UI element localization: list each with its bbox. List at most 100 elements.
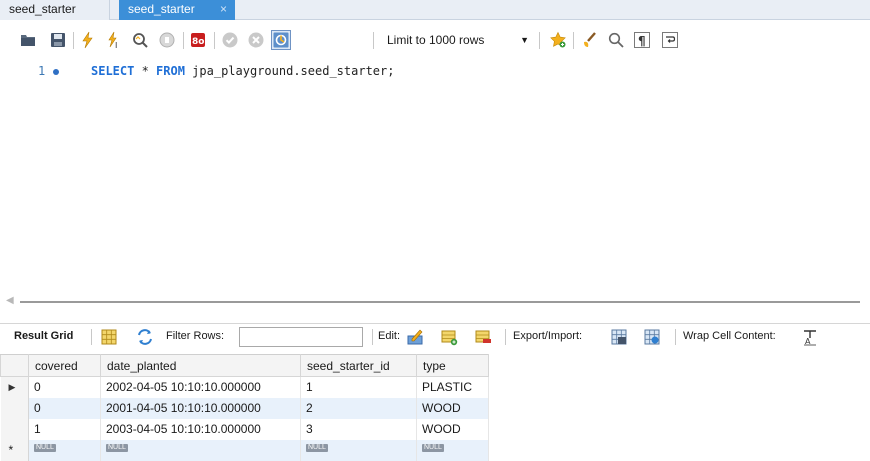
editor-tab-strip: seed_starter seed_starter ×: [0, 0, 870, 20]
cell-covered[interactable]: 0: [28, 397, 101, 419]
editor-horizontal-scrollbar[interactable]: ◀: [0, 291, 870, 313]
sql-keyword-select: SELECT: [91, 64, 135, 78]
cell-date-planted[interactable]: 2002-04-05 10:10:10.000000: [100, 376, 301, 398]
result-grid-button[interactable]: Result Grid: [14, 330, 73, 342]
grid-layout-icon[interactable]: [100, 328, 118, 346]
result-grid[interactable]: covered date_planted seed_starter_id typ…: [0, 354, 500, 461]
toolbar-separator: [372, 329, 373, 345]
beautify-brush-icon[interactable]: [580, 30, 600, 50]
toolbar-separator: [73, 32, 74, 49]
svg-text:8o: 8o: [192, 37, 204, 47]
null-badge: NULL: [106, 444, 128, 452]
cell-covered-null[interactable]: NULL: [28, 439, 101, 461]
filter-refresh-icon[interactable]: [136, 328, 154, 346]
rollback-icon[interactable]: [246, 30, 266, 50]
execute-lightning-icon[interactable]: [78, 30, 98, 50]
save-icon[interactable]: [48, 30, 68, 50]
delete-row-icon[interactable]: [474, 328, 492, 346]
invisible-chars-icon[interactable]: ¶: [632, 30, 652, 50]
query-toolbar: I 8o Limit to 1000 rows ▼ ¶: [0, 27, 870, 55]
edit-label: Edit:: [378, 330, 401, 342]
word-wrap-icon[interactable]: [660, 30, 680, 50]
new-row-marker: *: [0, 439, 29, 461]
execute-statement-icon[interactable]: I: [104, 30, 124, 50]
tab-seed-starter-1[interactable]: seed_starter: [0, 0, 110, 20]
column-header-type[interactable]: type: [416, 354, 489, 377]
cell-type-null[interactable]: NULL: [416, 439, 489, 461]
cell-covered[interactable]: 0: [28, 376, 101, 398]
close-tab-icon[interactable]: ×: [220, 0, 227, 19]
svg-text:I: I: [115, 41, 117, 49]
find-magnifier-icon[interactable]: [606, 30, 626, 50]
result-table: covered date_planted seed_starter_id typ…: [0, 354, 489, 461]
tab-seed-starter-2[interactable]: seed_starter ×: [119, 0, 235, 20]
autocommit-icon[interactable]: [271, 30, 291, 50]
column-header-seed-starter-id[interactable]: seed_starter_id: [300, 354, 417, 377]
toolbar-separator: [675, 329, 676, 345]
cell-seed-starter-id[interactable]: 1: [300, 376, 417, 398]
sql-keyword-from: FROM: [156, 64, 185, 78]
row-marker: [0, 418, 29, 440]
column-header-covered[interactable]: covered: [28, 354, 101, 377]
scrollbar-track[interactable]: [20, 301, 860, 303]
sql-editor[interactable]: 1 SELECT * FROM jpa_playground.seed_star…: [0, 56, 870, 288]
cell-date-planted[interactable]: 2001-04-05 10:10:10.000000: [100, 397, 301, 419]
toolbar-separator: [91, 329, 92, 345]
chevron-down-icon: ▼: [520, 35, 529, 45]
toolbar-separator: [505, 329, 506, 345]
cell-date-planted[interactable]: 2003-04-05 10:10:10.000000: [100, 418, 301, 440]
toolbar-separator: [373, 32, 374, 49]
tab-label: seed_starter: [9, 2, 76, 16]
sql-star: *: [134, 64, 157, 78]
table-row[interactable]: 0 2001-04-05 10:10:10.000000 2 WOOD: [0, 397, 489, 419]
statement-marker-icon: [53, 69, 59, 75]
import-icon[interactable]: [643, 328, 661, 346]
row-marker: [0, 397, 29, 419]
cell-type[interactable]: WOOD: [416, 418, 489, 440]
scroll-left-icon[interactable]: ◀: [6, 295, 14, 306]
column-header-date-planted[interactable]: date_planted: [100, 354, 301, 377]
tab-label: seed_starter: [128, 2, 195, 16]
new-row[interactable]: * NULL NULL NULL NULL: [0, 439, 489, 461]
table-row[interactable]: 1 2003-04-05 10:10:10.000000 3 WOOD: [0, 418, 489, 440]
null-badge: NULL: [306, 444, 328, 452]
explain-magnifier-icon[interactable]: [130, 30, 150, 50]
null-badge: NULL: [34, 444, 56, 452]
toolbar-separator: [573, 32, 574, 49]
null-badge: NULL: [422, 444, 444, 452]
sql-statement[interactable]: SELECT * FROM jpa_playground.seed_starte…: [91, 64, 394, 78]
open-folder-icon[interactable]: [18, 30, 38, 50]
edit-row-icon[interactable]: [406, 328, 424, 346]
toolbar-separator: [539, 32, 540, 49]
limit-rows-label: Limit to 1000 rows: [387, 33, 485, 47]
limit-rows-select[interactable]: Limit to 1000 rows ▼: [378, 30, 530, 50]
bookmark-star-icon[interactable]: [548, 30, 568, 50]
filter-rows-label: Filter Rows:: [166, 330, 225, 342]
line-number: 1: [38, 64, 46, 78]
wrap-cell-content-label: Wrap Cell Content:: [683, 330, 776, 342]
filter-rows-input[interactable]: [239, 327, 363, 347]
toolbar-separator: [183, 32, 184, 49]
cell-type[interactable]: WOOD: [416, 397, 489, 419]
sql-table-ref: jpa_playground.seed_starter;: [184, 64, 395, 78]
export-icon[interactable]: [610, 328, 628, 346]
cell-seed-starter-id[interactable]: 2: [300, 397, 417, 419]
stop-icon[interactable]: [157, 30, 177, 50]
table-row[interactable]: ▶ 0 2002-04-05 10:10:10.000000 1 PLASTIC: [0, 376, 489, 398]
cell-seed-starter-id[interactable]: 3: [300, 418, 417, 440]
svg-text:¶: ¶: [638, 34, 646, 48]
header-row: covered date_planted seed_starter_id typ…: [0, 354, 489, 377]
insert-row-icon[interactable]: [440, 328, 458, 346]
toggle-error-icon[interactable]: 8o: [188, 30, 208, 50]
row-header-corner: [0, 354, 29, 377]
commit-icon[interactable]: [220, 30, 240, 50]
wrap-cell-icon[interactable]: A: [803, 328, 817, 346]
cell-type[interactable]: PLASTIC: [416, 376, 489, 398]
cell-date-planted-null[interactable]: NULL: [100, 439, 301, 461]
result-toolbar: Result Grid Filter Rows: Edit: Export/Im…: [0, 323, 870, 349]
current-row-marker-icon: ▶: [0, 376, 29, 398]
export-import-label: Export/Import:: [513, 330, 583, 342]
cell-seed-starter-id-null[interactable]: NULL: [300, 439, 417, 461]
toolbar-separator: [214, 32, 215, 49]
cell-covered[interactable]: 1: [28, 418, 101, 440]
